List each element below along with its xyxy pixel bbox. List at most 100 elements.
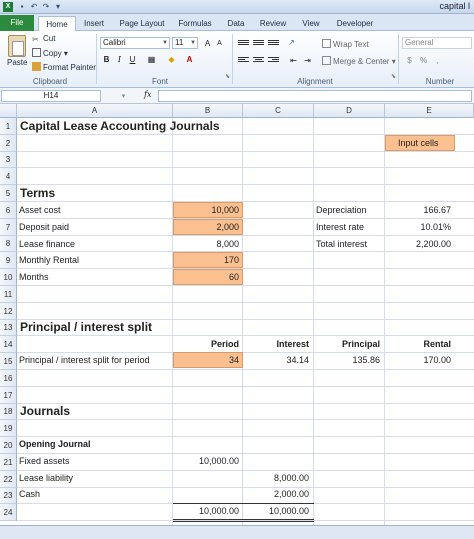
rental-value: 170.00 bbox=[423, 355, 451, 365]
name-box[interactable]: H14 bbox=[1, 90, 101, 102]
gridline bbox=[17, 335, 474, 336]
row-header[interactable]: 1 bbox=[0, 118, 17, 135]
cut-button[interactable]: ✂ Cut bbox=[32, 34, 55, 44]
row-header[interactable]: 21 bbox=[0, 454, 17, 471]
tab-page-layout[interactable]: Page Layout bbox=[114, 16, 170, 31]
redo-icon[interactable]: ↷ bbox=[41, 2, 51, 12]
save-icon[interactable]: ▪ bbox=[17, 2, 27, 12]
total-interest-value: 2,200.00 bbox=[415, 239, 451, 249]
decrease-indent-icon[interactable]: ⇤ bbox=[288, 55, 299, 66]
tab-view[interactable]: View bbox=[296, 16, 326, 31]
lease-liability-label: Lease liability bbox=[19, 473, 74, 483]
lease-finance-label: Lease finance bbox=[19, 239, 76, 249]
row-header[interactable]: 14 bbox=[0, 336, 17, 353]
paste-button[interactable]: Paste bbox=[7, 58, 27, 67]
row-header[interactable]: 23 bbox=[0, 488, 17, 504]
gridline bbox=[17, 352, 474, 353]
total-debit: 10,000.00 bbox=[198, 506, 239, 516]
formula-input[interactable] bbox=[158, 90, 472, 102]
col-principal-header: Principal bbox=[341, 339, 380, 349]
currency-icon[interactable]: $ bbox=[404, 55, 415, 66]
column-header-e[interactable]: E bbox=[385, 104, 474, 118]
format-painter-button[interactable]: Format Painter bbox=[32, 62, 96, 72]
align-bottom-icon[interactable] bbox=[268, 39, 279, 48]
row-header[interactable]: 9 bbox=[0, 252, 17, 269]
font-size-select[interactable]: 11 ▼ bbox=[172, 37, 198, 49]
merge-center-button[interactable]: Merge & Center ▾ bbox=[322, 56, 396, 66]
align-right-icon[interactable] bbox=[268, 56, 279, 65]
excel-icon[interactable]: X bbox=[3, 2, 13, 12]
percent-icon[interactable]: % bbox=[418, 55, 429, 66]
italic-button[interactable]: I bbox=[114, 54, 125, 65]
increase-indent-icon[interactable]: ⇥ bbox=[302, 55, 313, 66]
row-header[interactable]: 7 bbox=[0, 219, 17, 236]
row-header[interactable]: 16 bbox=[0, 370, 17, 387]
tab-developer[interactable]: Developer bbox=[330, 16, 380, 31]
fill-color-icon[interactable]: ◆ bbox=[166, 54, 177, 65]
cash-label: Cash bbox=[19, 489, 41, 499]
orientation-icon[interactable]: ↗ bbox=[286, 37, 297, 48]
col-period-header: Period bbox=[210, 339, 239, 349]
font-name-select[interactable]: Calibri ▼ bbox=[100, 37, 170, 49]
row-header[interactable]: 17 bbox=[0, 387, 17, 404]
row-header[interactable]: 6 bbox=[0, 202, 17, 219]
select-all-corner[interactable] bbox=[0, 104, 17, 118]
align-middle-icon[interactable] bbox=[253, 39, 264, 48]
row-header[interactable]: 10 bbox=[0, 269, 17, 286]
align-left-icon[interactable] bbox=[238, 56, 249, 65]
row-header[interactable]: 12 bbox=[0, 303, 17, 320]
undo-icon[interactable]: ↶ bbox=[29, 2, 39, 12]
font-color-icon[interactable]: A bbox=[184, 54, 195, 65]
row-header[interactable]: 18 bbox=[0, 404, 17, 420]
row-header[interactable]: 20 bbox=[0, 437, 17, 454]
row-header[interactable]: 19 bbox=[0, 420, 17, 437]
interest-rate-value: 10.01% bbox=[420, 222, 451, 232]
bold-button[interactable]: B bbox=[101, 54, 112, 65]
row-header[interactable]: 11 bbox=[0, 286, 17, 303]
comma-icon[interactable]: , bbox=[432, 55, 443, 66]
underline-button[interactable]: U bbox=[127, 54, 138, 65]
row-header[interactable]: 5 bbox=[0, 185, 17, 202]
gridline bbox=[17, 285, 474, 286]
row-header[interactable]: 15 bbox=[0, 353, 17, 370]
row-header[interactable]: 13 bbox=[0, 320, 17, 336]
principal-value: 135.86 bbox=[352, 355, 380, 365]
gridline bbox=[17, 201, 474, 202]
align-top-icon[interactable] bbox=[238, 39, 249, 48]
copy-button[interactable]: Copy ▾ bbox=[32, 48, 68, 58]
row-header[interactable]: 2 bbox=[0, 135, 17, 152]
column-header-d[interactable]: D bbox=[314, 104, 385, 118]
tab-review[interactable]: Review bbox=[254, 16, 292, 31]
wrap-text-button[interactable]: Wrap Text bbox=[322, 39, 369, 49]
row-header[interactable]: 22 bbox=[0, 471, 17, 488]
chevron-down-icon[interactable]: ▾ bbox=[53, 2, 63, 12]
spreadsheet-grid[interactable]: A B C D E 1 2 3 4 5 6 7 8 9 10 11 12 13 14 15 16 17 18 19 2… bbox=[0, 104, 474, 525]
row-header[interactable]: 24 bbox=[0, 504, 17, 521]
fx-icon[interactable]: fx bbox=[144, 90, 151, 99]
months-value: 60 bbox=[228, 272, 239, 282]
split-label: Principal / interest split for period bbox=[19, 355, 150, 365]
tab-formulas[interactable]: Formulas bbox=[172, 16, 218, 31]
tab-data[interactable]: Data bbox=[222, 16, 250, 31]
align-center-icon[interactable] bbox=[253, 56, 264, 65]
journals-heading: Journals bbox=[20, 404, 71, 418]
chevron-down-icon[interactable]: ▾ bbox=[118, 91, 129, 102]
format-painter-label: Format Painter bbox=[43, 63, 96, 72]
gridline bbox=[17, 268, 474, 269]
tab-file[interactable]: File bbox=[0, 15, 34, 31]
shrink-font-icon[interactable]: A bbox=[214, 38, 225, 49]
column-header-b[interactable]: B bbox=[173, 104, 243, 118]
column-header-a[interactable]: A bbox=[17, 104, 173, 118]
tab-insert[interactable]: Insert bbox=[78, 16, 110, 31]
divider bbox=[96, 34, 97, 84]
column-header-c[interactable]: C bbox=[243, 104, 314, 118]
row-header[interactable]: 8 bbox=[0, 236, 17, 252]
row-header[interactable]: 3 bbox=[0, 152, 17, 168]
col-interest-header: Interest bbox=[276, 339, 309, 349]
borders-icon[interactable]: ▦ bbox=[146, 54, 157, 65]
paste-icon[interactable] bbox=[8, 35, 26, 57]
grow-font-icon[interactable]: A bbox=[202, 38, 213, 49]
row-header[interactable]: 4 bbox=[0, 168, 17, 185]
number-format-select[interactable]: General bbox=[402, 37, 472, 49]
tab-home[interactable]: Home bbox=[38, 16, 76, 31]
